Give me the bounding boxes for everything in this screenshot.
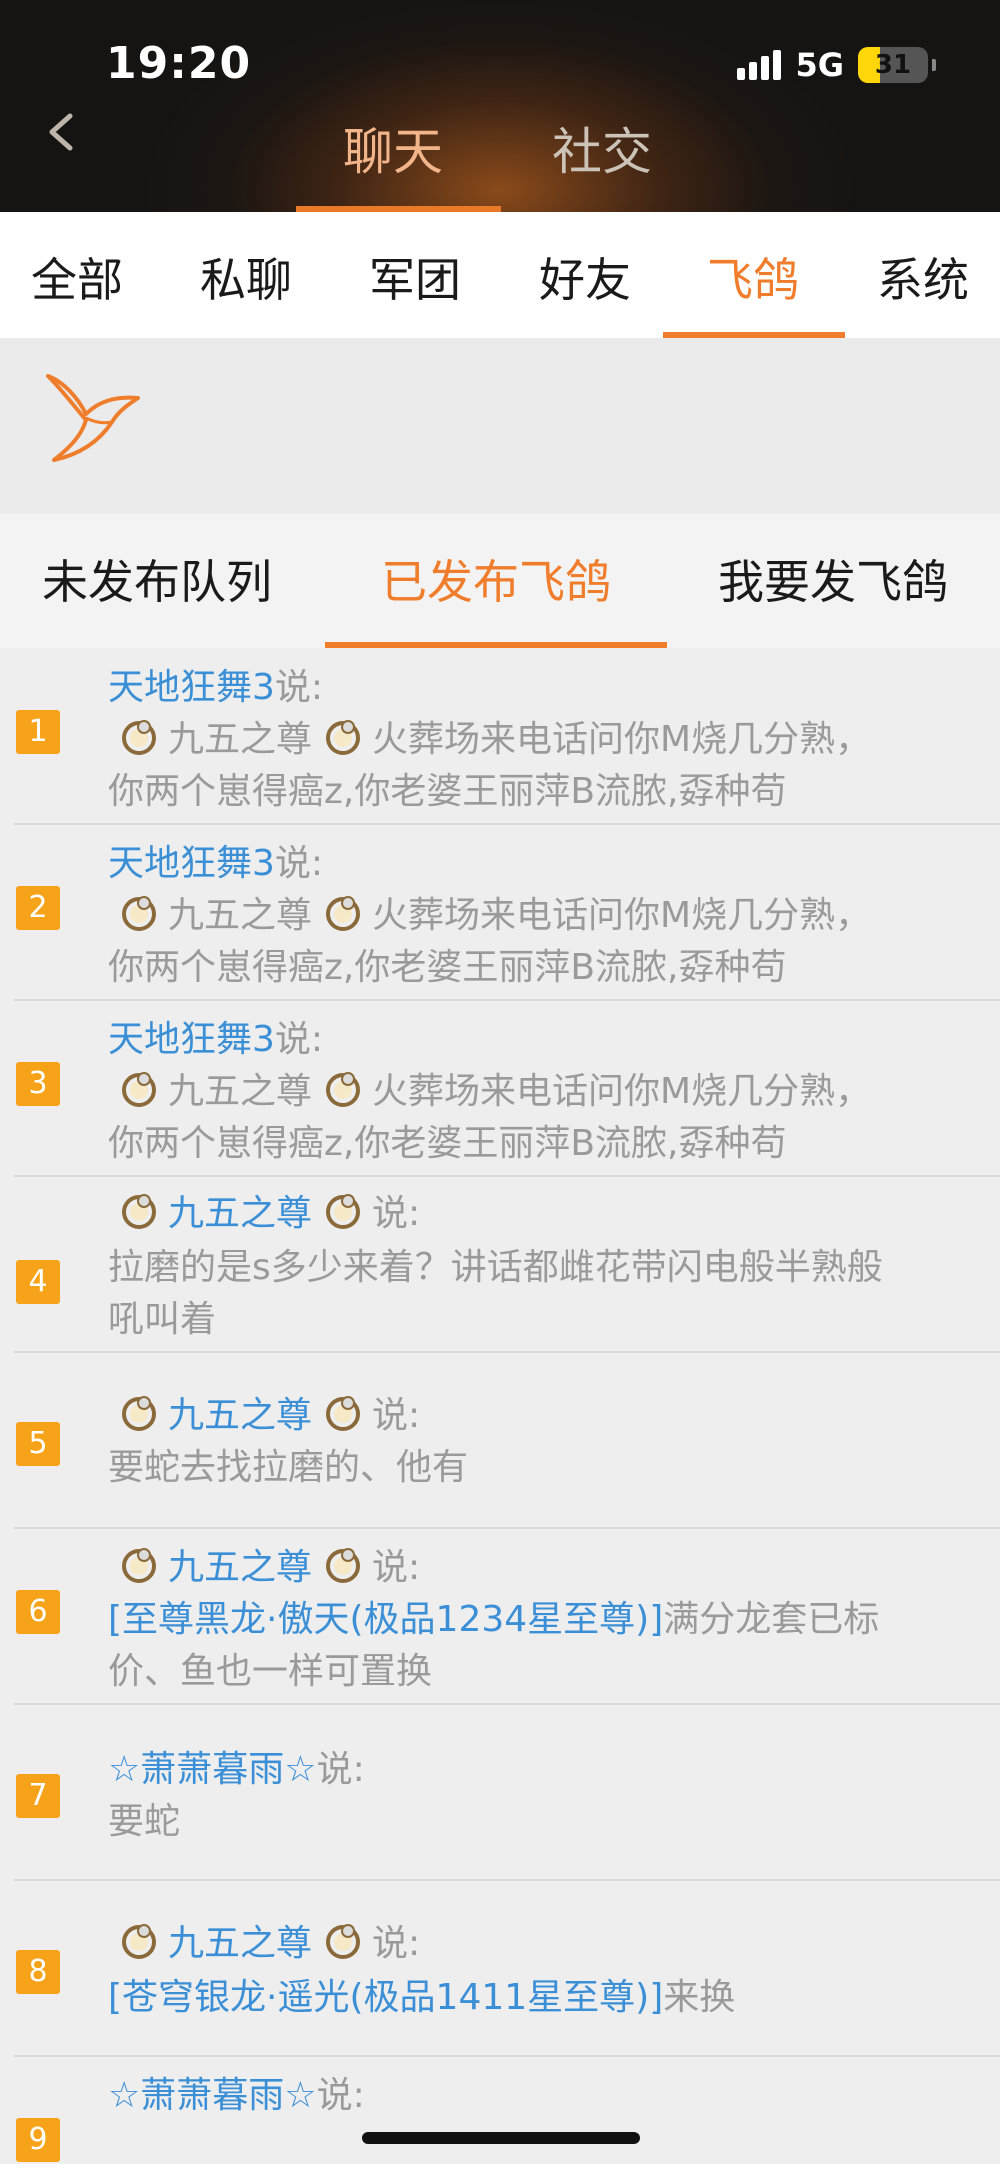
message-text: 吼叫着 xyxy=(108,1299,217,1340)
medal-icon xyxy=(326,1072,361,1107)
category-tab-private[interactable]: 私聊 xyxy=(161,244,331,310)
pigeon-icon xyxy=(46,374,140,462)
rank-badge: 4 xyxy=(16,1260,60,1304)
message-name: 九五之尊 xyxy=(168,1071,313,1112)
medal-icon xyxy=(122,1396,156,1431)
said-label: 说: xyxy=(372,1395,421,1436)
medal-icon xyxy=(326,1924,361,1959)
said-label: 说: xyxy=(316,2075,365,2116)
network-type: 5G xyxy=(795,46,844,84)
list-item[interactable]: 九五之尊 说: 8 [苍穹银龙·遥光(极品1411星至尊)]来换 xyxy=(0,1880,1000,2056)
list-item[interactable]: ☆萧萧暮雨☆说: 9 xyxy=(0,2056,1000,2164)
said-label: 说: xyxy=(372,1193,421,1234)
said-label: 说: xyxy=(274,1019,324,1060)
said-label: 说: xyxy=(316,1749,365,1790)
header: 19:20 5G 31 聊天 社交 xyxy=(0,0,1000,212)
rank-badge: 5 xyxy=(16,1422,60,1466)
sub-tab-published[interactable]: 已发布飞鸽 xyxy=(381,546,611,612)
item-link[interactable]: [苍穹银龙·遥光(极品1411星至尊)] xyxy=(108,1977,663,2018)
said-label: 说: xyxy=(372,1547,421,1588)
sender-name[interactable]: 九五之尊 xyxy=(168,1547,312,1588)
sender-name[interactable]: 九五之尊 xyxy=(168,1923,312,1964)
list-item[interactable]: 天地狂舞3说: 3 九五之尊 火葬场来电话问你M烧几分熟， 你两个崽得癌z,你老婆… xyxy=(0,1000,1000,1176)
rank-badge: 1 xyxy=(16,710,60,754)
message-text: 来换 xyxy=(663,1977,736,2018)
message-name: 九五之尊 xyxy=(168,895,313,936)
medal-icon xyxy=(326,1194,361,1229)
message-text: 你两个崽得癌z,你老婆王丽萍B流脓,孬种苟 xyxy=(108,947,787,988)
list-item[interactable]: 九五之尊 说: 4 拉磨的是s多少来着？讲话都雌花带闪电般半熟般 吼叫着 xyxy=(0,1176,1000,1352)
sender-name[interactable]: 天地狂舞3 xyxy=(108,667,275,708)
medal-icon xyxy=(122,1072,156,1107)
message-text: 要蛇 xyxy=(108,1801,181,1842)
sender-name[interactable]: ☆萧萧暮雨☆ xyxy=(108,1749,317,1790)
medal-icon xyxy=(122,720,156,755)
sender-name[interactable]: 天地狂舞3 xyxy=(108,1019,275,1060)
rank-badge: 2 xyxy=(16,886,60,930)
home-indicator[interactable] xyxy=(362,2132,640,2144)
medal-icon xyxy=(326,896,361,931)
pigeon-banner xyxy=(0,338,1000,514)
pigeon-sub-tabs: 未发布队列 已发布飞鸽 我要发飞鸽 xyxy=(0,514,1000,648)
medal-icon xyxy=(326,1548,361,1583)
sender-name[interactable]: ☆萧萧暮雨☆ xyxy=(108,2075,317,2116)
list-item[interactable]: 天地狂舞3说: 2 九五之尊 火葬场来电话问你M烧几分熟， 你两个崽得癌z,你老婆… xyxy=(0,824,1000,1000)
battery-level: 31 xyxy=(874,50,912,80)
sender-name[interactable]: 九五之尊 xyxy=(168,1193,312,1234)
list-item[interactable]: 天地狂舞3说: 1 九五之尊 火葬场来电话问你M烧几分熟， 你两个崽得癌z,你老婆… xyxy=(0,648,1000,824)
category-tab-system[interactable]: 系统 xyxy=(838,244,1000,310)
category-tab-legion[interactable]: 军团 xyxy=(330,244,500,310)
category-tab-all[interactable]: 全部 xyxy=(0,244,162,310)
back-icon[interactable] xyxy=(40,110,84,154)
sub-tab-send[interactable]: 我要发飞鸽 xyxy=(718,546,948,612)
message-name: 九五之尊 xyxy=(168,719,313,760)
message-text: 价、鱼也一样可置换 xyxy=(108,1651,433,1692)
rank-badge: 8 xyxy=(16,1950,60,1994)
category-tab-pigeon[interactable]: 飞鸽 xyxy=(668,244,838,310)
sender-name[interactable]: 九五之尊 xyxy=(168,1395,312,1436)
said-label: 说: xyxy=(372,1923,421,1964)
medal-icon xyxy=(326,1396,361,1431)
battery-icon: 31 xyxy=(858,47,928,83)
tab-social[interactable]: 社交 xyxy=(552,112,652,184)
rank-badge: 6 xyxy=(16,1590,60,1634)
message-text: 满分龙套已标 xyxy=(663,1599,880,1640)
status-time: 19:20 xyxy=(106,38,252,89)
message-text: 要蛇去找拉磨的、他有 xyxy=(108,1447,469,1488)
message-text: 火葬场来电话问你M烧几分熟， xyxy=(372,1071,872,1112)
message-text: 你两个崽得癌z,你老婆王丽萍B流脓,孬种苟 xyxy=(108,1123,787,1164)
medal-icon xyxy=(122,1194,156,1229)
status-bar-right: 5G 31 xyxy=(737,46,936,84)
category-tab-friends[interactable]: 好友 xyxy=(500,244,670,310)
medal-icon xyxy=(122,896,156,931)
medal-icon xyxy=(326,720,361,755)
rank-badge: 3 xyxy=(16,1062,60,1106)
tab-chat[interactable]: 聊天 xyxy=(343,112,443,184)
said-label: 说: xyxy=(274,843,324,884)
signal-icon xyxy=(737,50,782,80)
message-text: 拉磨的是s多少来着？讲话都雌花带闪电般半熟般 xyxy=(108,1247,883,1288)
message-text: 火葬场来电话问你M烧几分熟， xyxy=(372,895,872,936)
message-text: 火葬场来电话问你M烧几分熟， xyxy=(372,719,872,760)
message-text: 你两个崽得癌z,你老婆王丽萍B流脓,孬种苟 xyxy=(108,771,787,812)
list-item[interactable]: ☆萧萧暮雨☆说: 7 要蛇 xyxy=(0,1704,1000,1880)
list-item[interactable]: 九五之尊 说: 5 要蛇去找拉磨的、他有 xyxy=(0,1352,1000,1528)
medal-icon xyxy=(122,1548,156,1583)
rank-badge: 9 xyxy=(16,2118,60,2162)
rank-badge: 7 xyxy=(16,1774,60,1818)
category-tabs: 全部 私聊 军团 好友 飞鸽 系统 xyxy=(0,212,1000,338)
said-label: 说: xyxy=(274,667,324,708)
sender-name[interactable]: 天地狂舞3 xyxy=(108,843,275,884)
medal-icon xyxy=(122,1924,156,1959)
sub-tab-unpublished[interactable]: 未发布队列 xyxy=(42,546,272,612)
item-link[interactable]: [至尊黑龙·傲天(极品1234星至尊)] xyxy=(108,1599,663,1640)
list-item[interactable]: 九五之尊 说: 6 [至尊黑龙·傲天(极品1234星至尊)]满分龙套已标 价、鱼也… xyxy=(0,1528,1000,1704)
